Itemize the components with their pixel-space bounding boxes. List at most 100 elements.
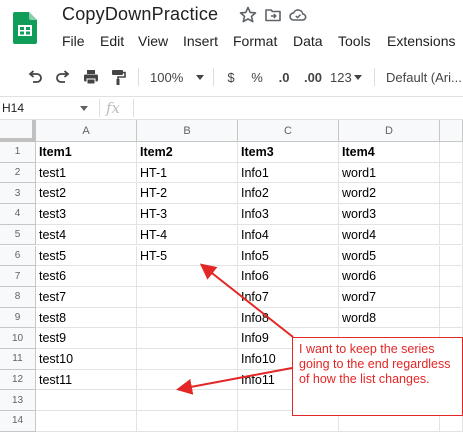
cell-a13[interactable] bbox=[36, 390, 137, 412]
row-header[interactable]: 7 bbox=[0, 266, 36, 287]
cell-b5[interactable]: HT-4 bbox=[137, 224, 238, 246]
cell-b11[interactable] bbox=[137, 349, 238, 370]
column-header-a[interactable]: A bbox=[36, 120, 137, 142]
cell-b13[interactable] bbox=[137, 390, 238, 412]
cell-b7[interactable] bbox=[137, 266, 238, 287]
row-header[interactable]: 1 bbox=[0, 142, 36, 163]
font-family-select[interactable]: Default (Ari... bbox=[386, 67, 463, 87]
cell-a3[interactable]: test2 bbox=[36, 183, 137, 205]
cell-a1[interactable]: Item1 bbox=[36, 142, 137, 163]
cell-c1[interactable]: Item3 bbox=[238, 142, 339, 163]
menu-format[interactable]: Format bbox=[233, 33, 277, 49]
paint-format-button[interactable] bbox=[107, 67, 129, 87]
cell-a9[interactable]: test8 bbox=[36, 307, 137, 329]
menu-extensions[interactable]: Extensions bbox=[387, 33, 455, 49]
cell-b3[interactable]: HT-2 bbox=[137, 183, 238, 205]
undo-button[interactable] bbox=[24, 67, 46, 87]
cell-a5[interactable]: test4 bbox=[36, 224, 137, 246]
cell-a6[interactable]: test5 bbox=[36, 245, 137, 267]
cell-b12[interactable] bbox=[137, 369, 238, 391]
column-header-d[interactable]: D bbox=[339, 120, 440, 142]
cell-overflow[interactable] bbox=[440, 224, 463, 246]
print-button[interactable] bbox=[80, 67, 102, 87]
cell-b10[interactable] bbox=[137, 328, 238, 349]
cell-b9[interactable] bbox=[137, 307, 238, 329]
cell-a11[interactable]: test10 bbox=[36, 349, 137, 370]
sheets-logo-icon[interactable] bbox=[13, 12, 37, 44]
cell-a14[interactable] bbox=[36, 411, 137, 432]
cell-b1[interactable]: Item2 bbox=[137, 142, 238, 163]
row-header[interactable]: 4 bbox=[0, 204, 36, 225]
cell-a4[interactable]: test3 bbox=[36, 204, 137, 225]
menu-file[interactable]: File bbox=[62, 33, 85, 49]
cell-a12[interactable]: test11 bbox=[36, 369, 137, 391]
menu-tools[interactable]: Tools bbox=[338, 33, 371, 49]
document-title[interactable]: CopyDownPractice bbox=[62, 4, 218, 25]
redo-button[interactable] bbox=[52, 67, 74, 87]
cell-overflow[interactable] bbox=[440, 183, 463, 205]
cell-d1[interactable]: Item4 bbox=[339, 142, 440, 163]
row-header[interactable]: 10 bbox=[0, 328, 36, 349]
percent-format-button[interactable]: % bbox=[248, 67, 266, 87]
cell-a7[interactable]: test6 bbox=[36, 266, 137, 287]
cell-c8[interactable]: Info7 bbox=[238, 286, 339, 308]
formula-input[interactable] bbox=[140, 100, 460, 118]
decrease-decimal-button[interactable]: .0 bbox=[272, 67, 296, 87]
row-header[interactable]: 14 bbox=[0, 411, 36, 432]
cell-d4[interactable]: word3 bbox=[339, 204, 440, 225]
cell-d3[interactable]: word2 bbox=[339, 183, 440, 205]
row-header[interactable]: 11 bbox=[0, 349, 36, 370]
column-header-b[interactable]: B bbox=[137, 120, 238, 142]
cell-c5[interactable]: Info4 bbox=[238, 224, 339, 246]
row-header[interactable]: 5 bbox=[0, 224, 36, 246]
cell-b4[interactable]: HT-3 bbox=[137, 204, 238, 225]
cell-c4[interactable]: Info3 bbox=[238, 204, 339, 225]
cell-overflow[interactable] bbox=[440, 307, 463, 329]
cell-b14[interactable] bbox=[137, 411, 238, 432]
cell-c6[interactable]: Info5 bbox=[238, 245, 339, 267]
cell-overflow[interactable] bbox=[440, 245, 463, 267]
row-header[interactable]: 9 bbox=[0, 307, 36, 329]
menu-edit[interactable]: Edit bbox=[100, 33, 124, 49]
row-header[interactable]: 6 bbox=[0, 245, 36, 267]
column-header-overflow[interactable] bbox=[440, 120, 463, 142]
zoom-select[interactable]: 100% bbox=[150, 67, 205, 87]
cell-overflow[interactable] bbox=[440, 266, 463, 287]
currency-format-button[interactable]: $ bbox=[222, 67, 240, 87]
cell-overflow[interactable] bbox=[440, 142, 463, 163]
cell-b2[interactable]: HT-1 bbox=[137, 162, 238, 184]
star-icon[interactable] bbox=[238, 5, 258, 25]
move-folder-icon[interactable] bbox=[263, 5, 283, 25]
cell-d8[interactable]: word7 bbox=[339, 286, 440, 308]
cell-b8[interactable] bbox=[137, 286, 238, 308]
cell-d9[interactable]: word8 bbox=[339, 307, 440, 329]
cloud-status-icon[interactable] bbox=[288, 5, 308, 25]
cell-overflow[interactable] bbox=[440, 204, 463, 225]
cell-a8[interactable]: test7 bbox=[36, 286, 137, 308]
more-formats-select[interactable]: 123 bbox=[330, 67, 364, 87]
cell-d5[interactable]: word4 bbox=[339, 224, 440, 246]
row-header[interactable]: 3 bbox=[0, 183, 36, 205]
column-header-c[interactable]: C bbox=[238, 120, 339, 142]
row-header[interactable]: 2 bbox=[0, 162, 36, 184]
cell-overflow[interactable] bbox=[440, 286, 463, 308]
cell-c7[interactable]: Info6 bbox=[238, 266, 339, 287]
menu-view[interactable]: View bbox=[138, 33, 168, 49]
increase-decimal-button[interactable]: .00 bbox=[300, 67, 326, 87]
menu-insert[interactable]: Insert bbox=[183, 33, 218, 49]
cell-b6[interactable]: HT-5 bbox=[137, 245, 238, 267]
cell-d6[interactable]: word5 bbox=[339, 245, 440, 267]
chevron-down-icon[interactable] bbox=[80, 106, 88, 111]
select-all-corner[interactable] bbox=[0, 120, 36, 142]
row-header[interactable]: 13 bbox=[0, 390, 36, 412]
cell-d2[interactable]: word1 bbox=[339, 162, 440, 184]
cell-a2[interactable]: test1 bbox=[36, 162, 137, 184]
cell-c2[interactable]: Info1 bbox=[238, 162, 339, 184]
cell-d7[interactable]: word6 bbox=[339, 266, 440, 287]
row-header[interactable]: 8 bbox=[0, 286, 36, 308]
cell-overflow[interactable] bbox=[440, 162, 463, 184]
cell-a10[interactable]: test9 bbox=[36, 328, 137, 349]
menu-data[interactable]: Data bbox=[293, 33, 323, 49]
row-header[interactable]: 12 bbox=[0, 369, 36, 391]
cell-c3[interactable]: Info2 bbox=[238, 183, 339, 205]
